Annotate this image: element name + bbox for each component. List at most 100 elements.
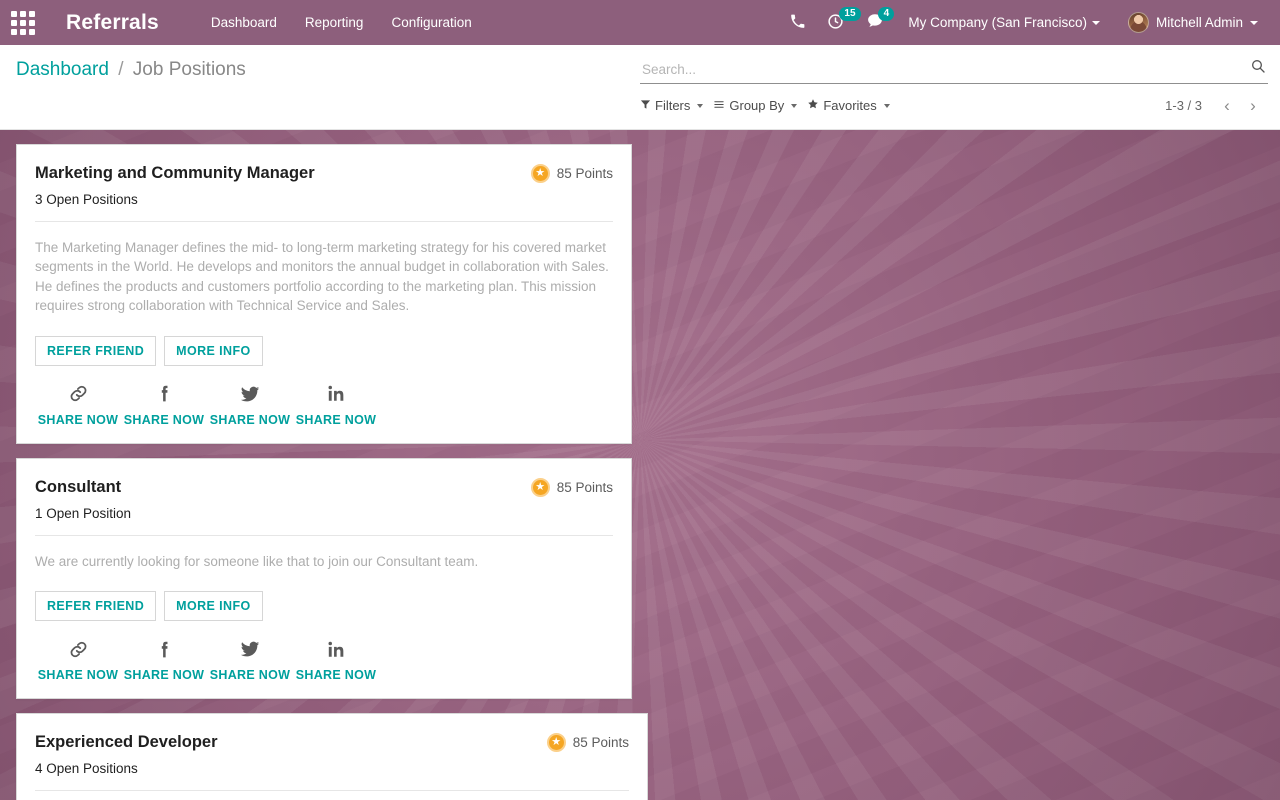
facebook-icon — [154, 382, 175, 406]
share-row: Share Now Share Now — [35, 637, 613, 682]
activities-button[interactable]: 15 — [817, 0, 861, 45]
job-position-card[interactable]: Marketing and Community Manager ★ 85 Poi… — [16, 144, 632, 444]
groupby-dropdown[interactable]: Group By — [713, 96, 807, 115]
star-medal-icon: ★ — [530, 477, 550, 497]
groupby-label: Group By — [729, 98, 785, 113]
job-title[interactable]: Consultant — [35, 477, 531, 498]
refer-friend-button[interactable]: Refer Friend — [35, 335, 157, 366]
user-avatar — [1127, 12, 1149, 33]
messages-badge-count: 4 — [878, 7, 895, 21]
control-panel-buttons: Filters Group By Favorites 1-3 / 3 ‹ › — [640, 96, 1268, 115]
kanban-column-right: Experienced Developer ★ 85 Points 4 Open… — [16, 713, 648, 800]
user-menu[interactable]: Mitchell Admin — [1114, 0, 1268, 45]
open-positions-count: 4 Open Positions — [35, 760, 138, 776]
share-twitter-button[interactable]: Share Now — [207, 382, 293, 427]
refer-friend-button[interactable]: Refer Friend — [35, 591, 157, 622]
filters-label: Filters — [655, 98, 691, 113]
twitter-icon — [239, 382, 261, 406]
linkedin-icon — [326, 382, 347, 406]
messages-button[interactable]: 4 — [856, 0, 895, 45]
systray: 15 4 My Company (San Francisco) Mitchell… — [780, 0, 1280, 45]
share-facebook-button[interactable]: Share Now — [121, 637, 207, 682]
favorites-dropdown[interactable]: Favorites — [807, 96, 899, 115]
share-twitter-button[interactable]: Share Now — [207, 637, 293, 682]
share-now-label: Share Now — [295, 668, 377, 683]
open-positions-count: 1 Open Position — [35, 505, 132, 521]
pager: 1-3 / 3 ‹ › — [1165, 96, 1268, 115]
list-lines-icon — [713, 99, 725, 113]
chevron-down-icon — [791, 103, 798, 108]
chevron-down-icon — [883, 103, 890, 108]
breadcrumb-item-dashboard[interactable]: Dashboard — [16, 59, 109, 80]
chevron-down-icon — [1250, 20, 1258, 25]
phone-icon — [790, 14, 805, 32]
share-now-label: Share Now — [209, 412, 291, 427]
points-label: 85 Points — [556, 166, 613, 181]
pager-previous-button[interactable]: ‹ — [1214, 96, 1240, 115]
card-header: Experienced Developer ★ 85 Points — [35, 732, 629, 753]
share-now-label: Share Now — [123, 668, 205, 683]
share-now-label: Share Now — [37, 412, 119, 427]
twitter-icon — [239, 637, 261, 661]
filters-dropdown[interactable]: Filters — [640, 96, 713, 115]
breadcrumb-separator: / — [118, 59, 124, 80]
card-divider — [35, 789, 629, 791]
job-position-card[interactable]: Consultant ★ 85 Points 1 Open Position W… — [16, 457, 632, 700]
job-title[interactable]: Experienced Developer — [35, 732, 547, 753]
card-header: Consultant ★ 85 Points — [35, 477, 613, 498]
app-brand-title[interactable]: Referrals — [46, 11, 169, 35]
menu-item-dashboard[interactable]: Dashboard — [197, 0, 291, 45]
share-row: Share Now Share Now — [35, 382, 613, 427]
filter-icon — [640, 99, 651, 113]
search-input[interactable] — [640, 59, 1244, 80]
card-divider — [35, 534, 613, 536]
share-linkedin-button[interactable]: Share Now — [293, 382, 379, 427]
company-switcher[interactable]: My Company (San Francisco) — [896, 0, 1112, 45]
job-description: The Marketing Manager defines the mid- t… — [35, 239, 609, 314]
link-chain-icon — [68, 382, 89, 406]
share-link-button[interactable]: Share Now — [35, 637, 121, 682]
more-info-button[interactable]: More Info — [164, 591, 263, 622]
menu-item-reporting[interactable]: Reporting — [291, 0, 378, 45]
search-area: Filters Group By Favorites — [640, 45, 1280, 115]
voip-phone-button[interactable] — [780, 0, 815, 45]
facebook-icon — [154, 637, 175, 661]
apps-menu-button[interactable] — [0, 0, 46, 45]
menu-item-configuration[interactable]: Configuration — [377, 0, 485, 45]
company-name-label: My Company (San Francisco) — [908, 15, 1087, 30]
job-positions-board: Marketing and Community Manager ★ 85 Poi… — [0, 130, 1280, 800]
share-now-label: Share Now — [295, 412, 377, 427]
points-badge: ★ 85 Points — [530, 477, 613, 497]
breadcrumb-item-current: Job Positions — [132, 59, 246, 80]
more-info-button[interactable]: More Info — [164, 335, 263, 366]
job-title[interactable]: Marketing and Community Manager — [35, 163, 531, 184]
breadcrumb: Dashboard / Job Positions — [0, 45, 246, 81]
control-panel: Dashboard / Job Positions Filters — [0, 45, 1280, 130]
chevron-down-icon — [697, 103, 704, 108]
share-facebook-button[interactable]: Share Now — [121, 382, 207, 427]
linkedin-icon — [326, 637, 347, 661]
search-row — [640, 58, 1268, 84]
kanban-column-left: Marketing and Community Manager ★ 85 Poi… — [16, 144, 648, 713]
pager-next-button[interactable]: › — [1240, 96, 1266, 115]
card-header: Marketing and Community Manager ★ 85 Poi… — [35, 163, 613, 184]
pager-count: 1-3 / 3 — [1165, 98, 1202, 113]
star-medal-icon: ★ — [530, 164, 550, 183]
points-label: 85 Points — [572, 735, 629, 751]
job-position-card[interactable]: Experienced Developer ★ 85 Points 4 Open… — [16, 713, 648, 800]
star-icon — [807, 98, 819, 113]
card-actions: Refer Friend More Info — [35, 335, 613, 366]
search-icon[interactable] — [1244, 58, 1268, 81]
share-link-button[interactable]: Share Now — [35, 382, 121, 427]
card-divider — [35, 220, 613, 222]
star-medal-icon: ★ — [546, 733, 566, 753]
grid-apps-icon — [11, 10, 35, 35]
chevron-down-icon — [1091, 20, 1100, 25]
favorites-label: Favorites — [823, 98, 877, 113]
share-linkedin-button[interactable]: Share Now — [293, 637, 379, 682]
top-navbar: Referrals Dashboard Reporting Configurat… — [0, 0, 1280, 45]
open-positions-count: 3 Open Positions — [35, 191, 138, 207]
main-menu: Dashboard Reporting Configuration — [197, 0, 486, 45]
user-name-label: Mitchell Admin — [1155, 15, 1243, 30]
link-chain-icon — [68, 637, 89, 661]
